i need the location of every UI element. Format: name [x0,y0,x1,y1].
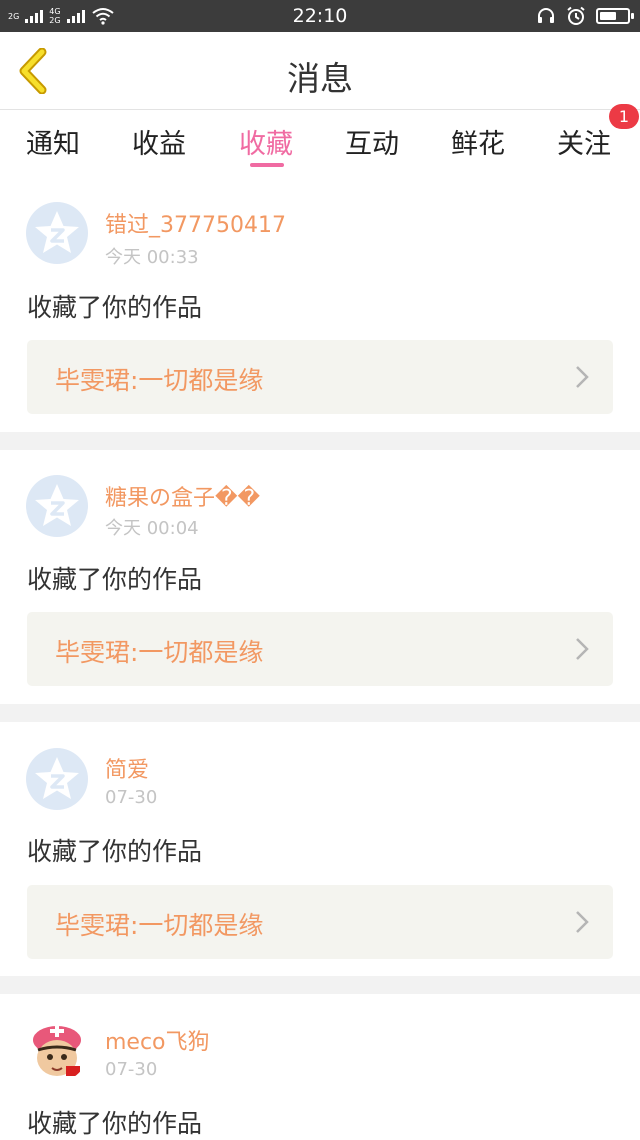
timestamp: 07-30 [105,787,158,808]
card-separator [0,704,640,722]
chevron-right-icon [576,911,589,933]
avatar[interactable] [26,475,88,537]
app-header: 消息 [0,32,640,110]
tab-earnings[interactable]: 收益 [132,122,186,161]
card-separator [0,432,640,450]
notification-card: 简爱 07-30 收藏了你的作品 毕雯珺:一切都是缘 [0,722,640,976]
avatar[interactable] [26,748,88,810]
status-bar: 2G 4G 2G 22:10 [0,0,640,32]
username[interactable]: 错过_377750417 [105,207,286,239]
timestamp: 今天 00:33 [105,247,199,268]
chevron-right-icon [576,638,589,660]
card-separator [0,976,640,994]
tab-favorites[interactable]: 收藏 [239,122,293,161]
avatar[interactable] [26,1020,88,1082]
page-title: 消息 [287,59,353,98]
work-link[interactable]: 毕雯珺:一切都是缘 [27,340,613,414]
battery-icon [596,8,634,24]
headset-icon [538,8,554,23]
username[interactable]: 简爱 [105,752,149,784]
status-right [536,5,634,27]
tab-follow[interactable]: 关注 [557,122,611,161]
timestamp: 07-30 [105,1059,158,1080]
tab-notifications[interactable]: 通知 [26,122,80,161]
active-tab-indicator [250,163,284,167]
default-avatar-icon [35,211,79,253]
default-avatar-icon [35,757,79,799]
user-photo-avatar [26,1020,88,1082]
work-link[interactable]: 毕雯珺:一切都是缘 [27,612,613,686]
work-title: 毕雯珺:一切都是缘 [55,638,264,667]
alarm-icon [567,6,585,25]
follow-badge: 1 [609,104,639,129]
action-text: 收藏了你的作品 [27,293,203,322]
tab-bar: 通知 收益 收藏 互动 鲜花 关注 [0,110,640,170]
notification-card: 糖果の盒子�� 今天 00:04 收藏了你的作品 毕雯珺:一切都是缘 [0,450,640,704]
username[interactable]: meco飞狗 [105,1024,210,1056]
action-text: 收藏了你的作品 [27,1109,203,1138]
work-title: 毕雯珺:一切都是缘 [55,366,264,395]
action-text: 收藏了你的作品 [27,565,203,594]
tab-interactions[interactable]: 互动 [345,122,399,161]
chevron-right-icon [576,366,589,388]
action-text: 收藏了你的作品 [27,837,203,866]
work-title: 毕雯珺:一切都是缘 [55,911,264,940]
username[interactable]: 糖果の盒子�� [105,480,260,512]
default-avatar-icon [35,484,79,526]
work-link[interactable]: 毕雯珺:一切都是缘 [27,885,613,959]
tab-flowers[interactable]: 鲜花 [451,122,505,161]
timestamp: 今天 00:04 [105,518,199,539]
notification-card: meco飞狗 07-30 收藏了你的作品 [0,994,640,1138]
notification-card: 错过_377750417 今天 00:33 收藏了你的作品 毕雯珺:一切都是缘 [0,171,640,432]
avatar[interactable] [26,202,88,264]
